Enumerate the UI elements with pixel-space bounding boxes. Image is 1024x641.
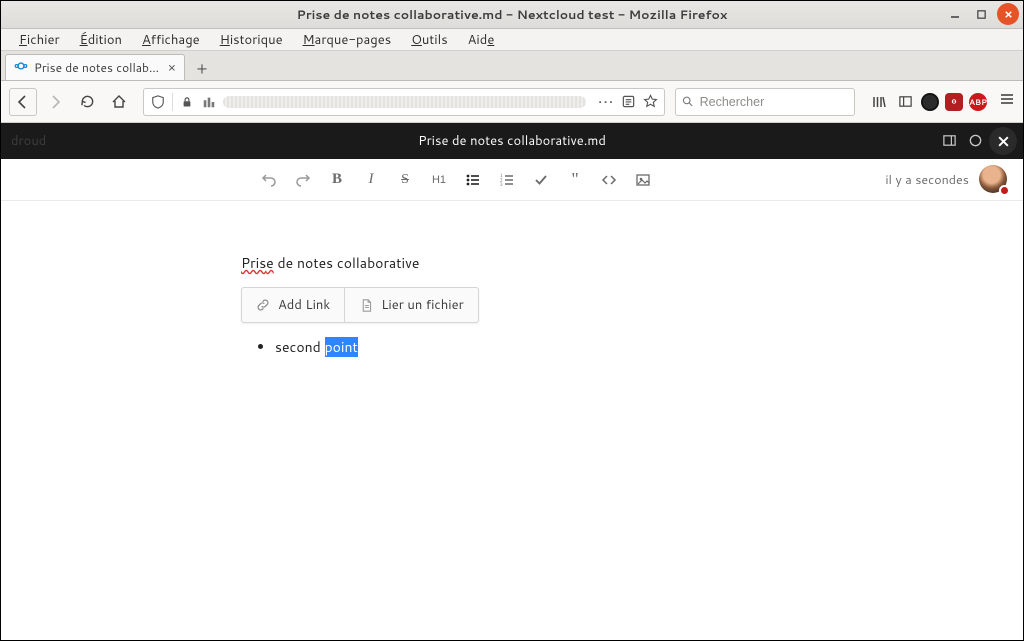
nc-brand: droud (11, 132, 46, 150)
nc-sidebar-toggle-icon[interactable] (942, 133, 957, 153)
image-button[interactable] (633, 170, 653, 190)
redo-button[interactable] (293, 170, 313, 190)
link-file-button[interactable]: Lier un fichier (344, 288, 478, 322)
bold-button[interactable]: B (327, 170, 347, 190)
maximize-button[interactable] (971, 4, 991, 24)
page-actions-icon[interactable]: ••• (598, 94, 614, 110)
link-file-label: Lier un fichier (381, 296, 464, 314)
document-header-title: Prise de notes collaborative.md (418, 132, 606, 150)
ublock-icon[interactable] (945, 93, 963, 111)
document-title-text[interactable]: Prise de notes collaborative (241, 253, 801, 273)
link-toolbar: Add Link Lier un fichier (241, 287, 479, 323)
library-icon[interactable] (869, 92, 889, 112)
link-icon (256, 298, 270, 312)
url-field[interactable]: ••• (143, 88, 665, 116)
nc-more-icon[interactable] (968, 133, 983, 153)
extension-icons: ABP (869, 92, 987, 112)
code-button[interactable] (599, 170, 619, 190)
back-button[interactable] (9, 88, 37, 116)
page-content: droud Prise de notes collaborative.md (1, 123, 1023, 640)
close-tab-icon[interactable]: × (168, 59, 176, 77)
extension-dark-icon[interactable] (921, 93, 939, 111)
tab-label: Prise de notes collaborat (34, 59, 162, 76)
quote-button[interactable]: " (565, 170, 585, 190)
search-icon (682, 95, 694, 108)
strike-button[interactable]: S (395, 170, 415, 190)
menu-edit[interactable]: Édition (70, 29, 132, 51)
add-link-label: Add Link (278, 296, 330, 314)
url-text-blurred (223, 96, 586, 108)
sidebar-icon[interactable] (895, 92, 915, 112)
minimize-button[interactable] (945, 4, 965, 24)
undo-button[interactable] (259, 170, 279, 190)
bullet-list-button[interactable] (463, 170, 483, 190)
list-item[interactable]: second point (275, 337, 801, 357)
lock-icon[interactable] (179, 94, 195, 110)
user-avatar[interactable] (979, 165, 1009, 195)
search-input[interactable] (700, 95, 848, 109)
reader-mode-icon[interactable] (620, 94, 636, 110)
bullet-list[interactable]: second point (275, 337, 801, 357)
tracking-shield-icon[interactable] (150, 94, 166, 110)
file-icon (359, 298, 373, 312)
status-dot-icon (999, 185, 1010, 196)
reload-button[interactable] (73, 88, 101, 116)
menu-file[interactable]: Fichier (9, 29, 70, 51)
menu-history[interactable]: Historique (210, 29, 293, 51)
checklist-button[interactable] (531, 170, 551, 190)
search-field[interactable] (675, 88, 855, 116)
browser-tab[interactable]: Prise de notes collaborat × (5, 54, 185, 80)
heading-button[interactable]: H1 (429, 170, 449, 190)
menu-bookmarks[interactable]: Marque-pages (293, 29, 402, 51)
selected-text: point (325, 337, 358, 357)
forward-button (41, 88, 69, 116)
close-window-button[interactable] (997, 3, 1019, 25)
italic-button[interactable]: I (361, 170, 381, 190)
tab-bar: Prise de notes collaborat × + (1, 51, 1023, 81)
bookmark-star-icon[interactable] (642, 94, 658, 110)
new-tab-button[interactable]: + (189, 56, 215, 80)
document-body[interactable]: Prise de notes collaborative Add Link Li… (1, 201, 1023, 640)
menu-tools[interactable]: Outils (401, 29, 457, 51)
nextcloud-header: droud Prise de notes collaborative.md (1, 123, 1023, 159)
permissions-icon[interactable] (201, 94, 217, 110)
svg-text:3: 3 (500, 183, 503, 188)
titlebar: Prise de notes collaborative.md - Nextcl… (1, 1, 1023, 29)
app-menu-button[interactable] (999, 90, 1015, 113)
menu-help[interactable]: Aide (458, 29, 505, 51)
ordered-list-button[interactable]: 123 (497, 170, 517, 190)
save-status: il y a secondes (885, 171, 969, 189)
nc-close-button[interactable] (989, 127, 1017, 155)
home-button[interactable] (105, 88, 133, 116)
menubar: Fichier Édition Affichage Historique Mar… (1, 29, 1023, 51)
editor-toolbar: B I S H1 123 " (1, 159, 1023, 201)
adblock-icon[interactable]: ABP (969, 93, 987, 111)
navigation-toolbar: ••• ABP (1, 81, 1023, 123)
menu-view[interactable]: Affichage (132, 29, 210, 51)
add-link-button[interactable]: Add Link (242, 288, 344, 322)
nextcloud-favicon-icon (14, 59, 28, 77)
window-title: Prise de notes collaborative.md - Nextcl… (297, 6, 728, 24)
